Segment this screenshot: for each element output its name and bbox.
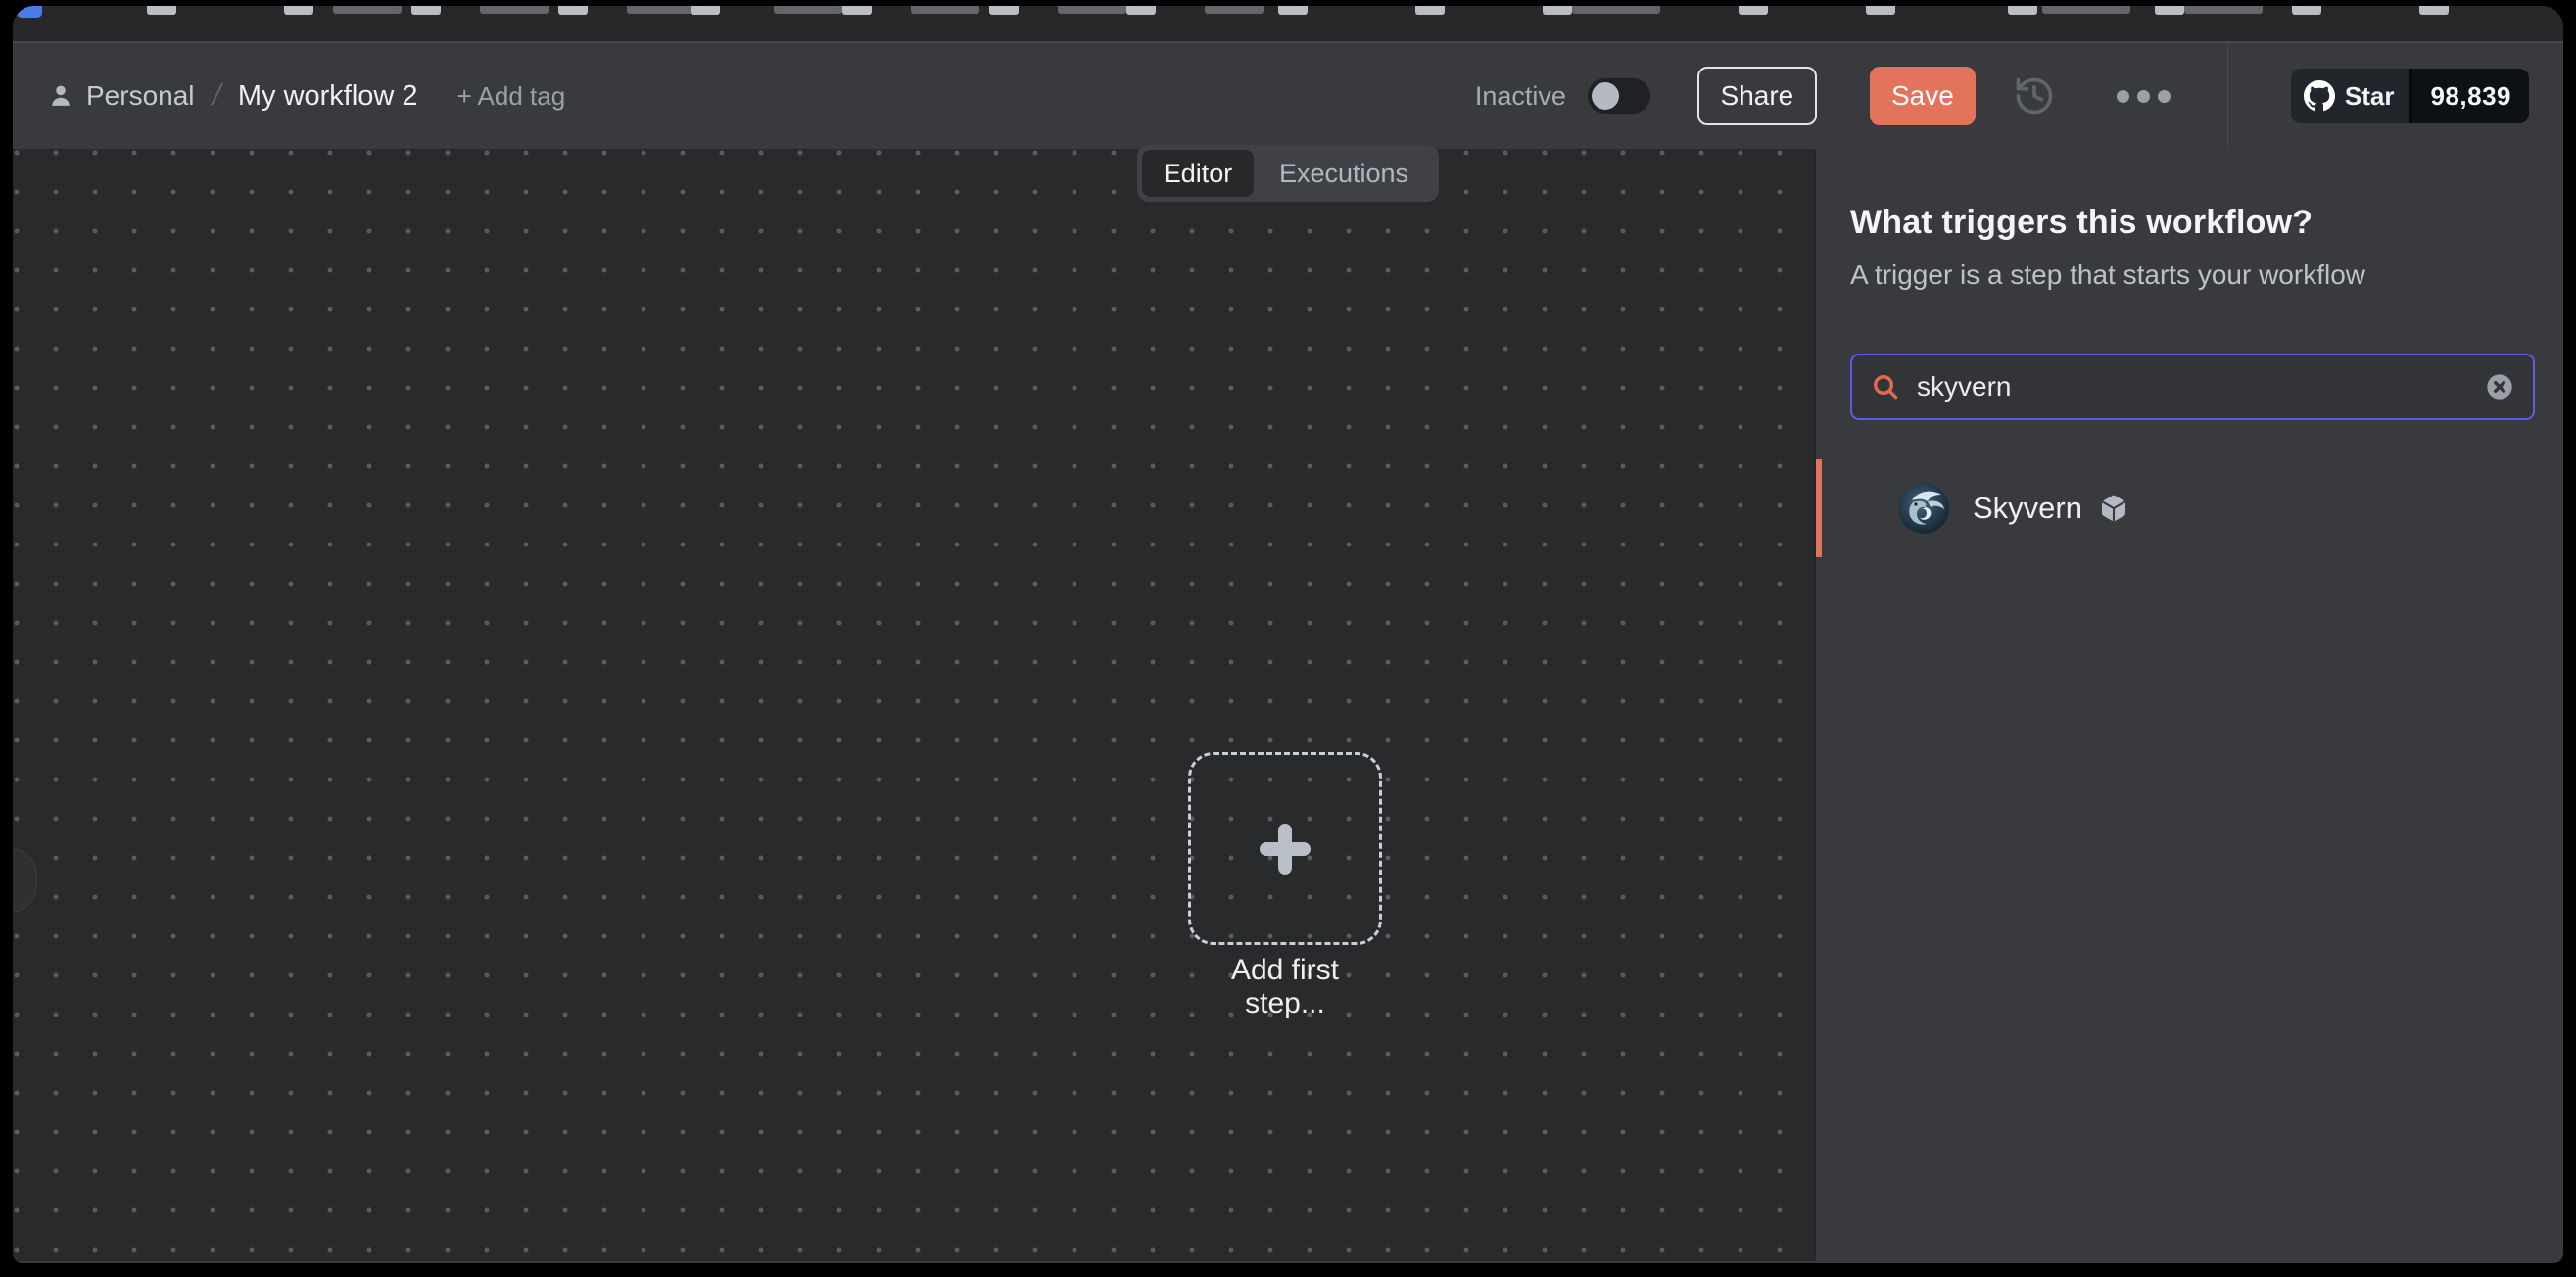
- share-button[interactable]: Share: [1697, 67, 1817, 125]
- github-icon: [2304, 80, 2335, 112]
- browser-tab-sliver: [2419, 6, 2449, 15]
- browser-tab-sliver: [1739, 6, 1768, 15]
- browser-tab-sliver: [989, 6, 1019, 15]
- workflow-name[interactable]: My workflow 2: [238, 80, 418, 113]
- breadcrumb-separator: /: [209, 79, 224, 113]
- browser-tab-strip: [13, 6, 2563, 43]
- browser-tab-sliver: [17, 6, 42, 18]
- history-icon[interactable]: [2013, 74, 2056, 118]
- browser-tab-sliver: [147, 6, 176, 15]
- browser-tab-sliver: [1058, 6, 1126, 14]
- github-star-widget[interactable]: Star 98,839: [2291, 69, 2529, 123]
- browser-tab-sliver: [333, 6, 402, 14]
- panel-title: What triggers this workflow?: [1850, 204, 2535, 242]
- browser-tab-sliver: [1205, 6, 1264, 14]
- breadcrumb: Personal / My workflow 2 + Add tag: [47, 79, 565, 113]
- header-actions: Inactive Share Save Star: [1475, 43, 2529, 149]
- github-star-label: Star: [2345, 81, 2395, 112]
- browser-tab-sliver: [411, 6, 441, 15]
- browser-tab-sliver: [1543, 6, 1572, 15]
- browser-tab-sliver: [2155, 6, 2184, 15]
- browser-tab-sliver: [2008, 6, 2037, 15]
- clear-search-icon[interactable]: [2484, 371, 2515, 402]
- node-search-box: [1850, 354, 2535, 420]
- browser-tab-sliver: [480, 6, 549, 14]
- active-toggle[interactable]: [1588, 78, 1650, 114]
- browser-tab-sliver: [2184, 6, 2263, 14]
- app-window: Personal / My workflow 2 + Add tag Inact…: [13, 6, 2563, 1263]
- browser-tab-sliver: [627, 6, 695, 14]
- skyvern-logo-icon: [1898, 483, 1949, 534]
- search-input[interactable]: [1917, 371, 2484, 402]
- browser-tab-sliver: [911, 6, 979, 14]
- search-icon: [1870, 371, 1901, 402]
- toggle-knob: [1592, 82, 1619, 110]
- view-tabs: Editor Executions: [1137, 145, 1439, 202]
- browser-tab-sliver: [284, 6, 313, 15]
- browser-tab-sliver: [842, 6, 872, 15]
- add-first-step-button[interactable]: [1188, 752, 1382, 945]
- status-label: Inactive: [1475, 81, 1566, 112]
- browser-tab-sliver: [774, 6, 842, 14]
- panel-subtitle: A trigger is a step that starts your wor…: [1850, 260, 2535, 291]
- sidebar-collapse-handle[interactable]: [13, 848, 37, 913]
- package-icon: [2098, 493, 2129, 524]
- more-options-icon[interactable]: [2117, 90, 2171, 103]
- workflow-header: Personal / My workflow 2 + Add tag Inact…: [13, 43, 2563, 149]
- add-tag-button[interactable]: + Add tag: [457, 81, 566, 112]
- browser-tab-sliver: [1415, 6, 1445, 15]
- browser-tab-sliver: [1126, 6, 1156, 15]
- github-star-button[interactable]: Star: [2291, 69, 2413, 123]
- browser-tab-sliver: [1572, 6, 1660, 14]
- breadcrumb-project-label: Personal: [86, 80, 195, 112]
- browser-tab-sliver: [1866, 6, 1895, 15]
- workflow-canvas[interactable]: Add first step...: [13, 149, 1815, 1261]
- result-name: Skyvern: [1973, 491, 2082, 526]
- save-button[interactable]: Save: [1870, 67, 1976, 125]
- header-divider: [2227, 43, 2228, 149]
- person-icon: [47, 82, 74, 110]
- tab-editor[interactable]: Editor: [1142, 150, 1254, 197]
- plus-icon: [1260, 824, 1311, 875]
- browser-tab-sliver: [1278, 6, 1308, 15]
- browser-tab-sliver: [2292, 6, 2321, 15]
- browser-tab-sliver: [691, 6, 720, 15]
- result-accent-stripe: [1816, 459, 1822, 557]
- tab-executions[interactable]: Executions: [1254, 150, 1434, 197]
- add-first-step-label: Add first step...: [1188, 954, 1382, 1020]
- search-result-skyvern[interactable]: Skyvern: [1816, 459, 2563, 557]
- browser-tab-sliver: [558, 6, 588, 15]
- main-area: Add first step... What triggers this wor…: [13, 149, 2563, 1261]
- github-star-count[interactable]: 98,839: [2412, 69, 2529, 123]
- trigger-panel: What triggers this workflow? A trigger i…: [1815, 149, 2563, 1261]
- breadcrumb-project[interactable]: Personal: [47, 80, 195, 112]
- browser-tab-sliver: [2042, 6, 2130, 14]
